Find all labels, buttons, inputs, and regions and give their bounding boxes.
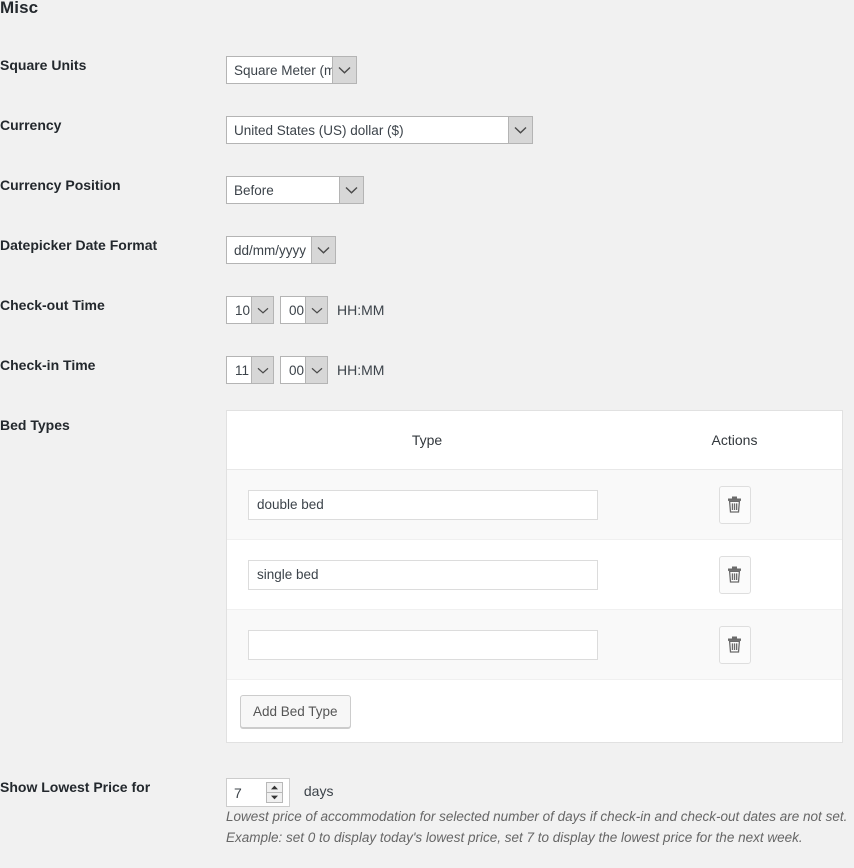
- column-header-actions: Actions: [711, 432, 758, 448]
- table-footer: Add Bed Type: [227, 680, 842, 742]
- show-lowest-price-field: 7 days: [226, 778, 333, 807]
- column-header-type: Type: [411, 432, 443, 448]
- trash-icon: [727, 566, 742, 583]
- datepicker-format-value: dd/mm/yyyy: [227, 237, 311, 263]
- chevron-down-icon: [508, 117, 532, 143]
- checkout-hours-value: 10: [227, 297, 251, 323]
- currency-position-field: Before: [226, 176, 364, 204]
- stepper-arrows: [266, 782, 283, 803]
- table-row: [227, 470, 842, 540]
- currency-position-label: Currency Position: [0, 177, 121, 193]
- misc-settings-page: Misc Square Units Square Meter (m²) Curr…: [0, 0, 854, 868]
- chevron-down-icon: [332, 57, 356, 83]
- bed-types-table: Type Actions double bed single bed Add B…: [226, 410, 843, 743]
- bed-type-actions-cell: [627, 485, 842, 524]
- days-stepper[interactable]: 7: [226, 778, 290, 807]
- days-value: 7: [234, 784, 242, 801]
- currency-select[interactable]: United States (US) dollar ($): [226, 116, 533, 144]
- delete-bed-type-button[interactable]: [718, 485, 751, 524]
- chevron-down-icon: [251, 297, 273, 323]
- bed-type-cell: [227, 629, 627, 660]
- datepicker-format-select[interactable]: dd/mm/yyyy: [226, 236, 336, 264]
- trash-icon: [727, 496, 742, 513]
- chevron-down-icon: [251, 357, 273, 383]
- bed-type-actions-cell: [627, 555, 842, 594]
- stepper-down-button[interactable]: [266, 793, 283, 803]
- show-lowest-price-description: Lowest price of accommodation for select…: [226, 809, 848, 845]
- bed-type-actions-cell: [627, 625, 842, 664]
- checkin-time-label: Check-in Time: [0, 357, 96, 373]
- bed-type-cell: [227, 559, 627, 590]
- chevron-down-icon: [305, 297, 327, 323]
- square-units-field: Square Meter (m²): [226, 56, 357, 84]
- trash-icon: [727, 636, 742, 653]
- chevron-down-icon: [305, 357, 327, 383]
- add-bed-type-button[interactable]: Add Bed Type: [240, 694, 351, 728]
- checkin-time-field: 11 00 HH:MM: [226, 356, 384, 384]
- currency-position-value: Before: [227, 177, 339, 203]
- currency-value: United States (US) dollar ($): [227, 117, 508, 143]
- checkin-time-hint: HH:MM: [337, 362, 385, 378]
- bed-type-input[interactable]: [248, 489, 598, 520]
- currency-field: United States (US) dollar ($): [226, 116, 533, 144]
- square-units-select[interactable]: Square Meter (m²): [226, 56, 357, 84]
- chevron-down-icon: [339, 177, 363, 203]
- show-lowest-price-label: Show Lowest Price for: [0, 779, 151, 795]
- checkin-hours-value: 11: [227, 357, 251, 383]
- datepicker-format-label: Datepicker Date Format: [0, 237, 158, 253]
- days-unit-label: days: [303, 783, 334, 800]
- currency-position-select[interactable]: Before: [226, 176, 364, 204]
- checkout-time-hint: HH:MM: [337, 302, 385, 318]
- table-row: [227, 540, 842, 610]
- checkout-time-field: 10 00 HH:MM: [226, 296, 384, 324]
- delete-bed-type-button[interactable]: [718, 625, 751, 664]
- checkout-minutes-select[interactable]: 00: [280, 296, 328, 324]
- table-row: [227, 610, 842, 680]
- square-units-value: Square Meter (m²): [227, 57, 344, 83]
- currency-label: Currency: [0, 117, 62, 133]
- checkout-minutes-value: 00: [281, 297, 305, 323]
- stepper-up-button[interactable]: [266, 782, 283, 793]
- page-title: Misc: [0, 0, 39, 17]
- chevron-down-icon: [311, 237, 335, 263]
- bed-types-label: Bed Types: [0, 417, 70, 433]
- delete-bed-type-button[interactable]: [718, 555, 751, 594]
- checkout-hours-select[interactable]: 10: [226, 296, 274, 324]
- checkin-hours-select[interactable]: 11: [226, 356, 274, 384]
- bed-type-input[interactable]: [248, 559, 598, 590]
- bed-type-cell: [227, 489, 627, 520]
- checkin-minutes-value: 00: [281, 357, 305, 383]
- table-header-row: Type Actions: [227, 411, 842, 470]
- bed-type-input[interactable]: [248, 629, 598, 660]
- checkin-minutes-select[interactable]: 00: [280, 356, 328, 384]
- datepicker-format-field: dd/mm/yyyy: [226, 236, 336, 264]
- checkout-time-label: Check-out Time: [0, 297, 105, 313]
- square-units-label: Square Units: [0, 57, 87, 73]
